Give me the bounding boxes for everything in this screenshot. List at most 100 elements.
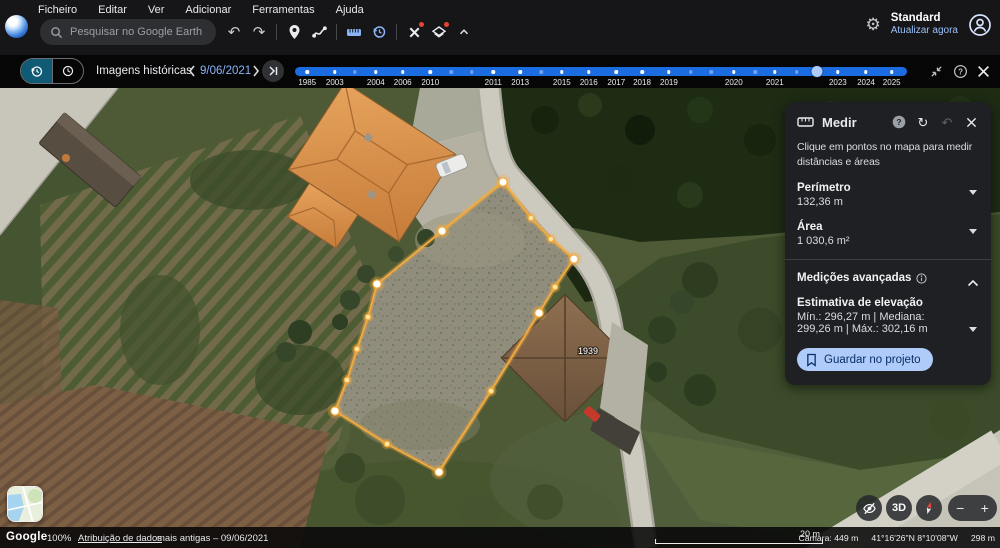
measure-vertex-dot[interactable] — [551, 283, 559, 291]
advanced-measurements-row[interactable]: Medições avançadas — [797, 272, 979, 287]
timeline-dot[interactable] — [374, 70, 378, 74]
timeline-dot[interactable] — [640, 70, 644, 74]
search-input[interactable]: Pesquisar no Google Earth — [40, 19, 216, 45]
timeline-dot[interactable] — [587, 70, 591, 74]
measure-vertex-dot[interactable] — [343, 376, 351, 384]
minimap-content — [8, 487, 42, 521]
settings-gear-icon[interactable]: ⚙ — [865, 16, 880, 33]
toolbar-divider — [336, 24, 337, 40]
timeline-dot[interactable] — [889, 70, 894, 74]
timeline-dot[interactable] — [353, 70, 357, 74]
measure-button[interactable] — [342, 20, 366, 44]
measure-vertex-dot[interactable] — [383, 440, 391, 448]
dock-panel-icon[interactable] — [929, 64, 944, 79]
timeline-dot[interactable] — [732, 70, 736, 74]
measure-vertex-dot[interactable] — [487, 387, 495, 395]
measure-vertex-dot[interactable] — [534, 308, 544, 318]
overview-minimap[interactable] — [7, 486, 43, 522]
timeline-dot[interactable] — [539, 70, 543, 74]
timeline-dot[interactable] — [689, 70, 693, 74]
menu-add[interactable]: Adicionar — [185, 4, 231, 17]
historical-mode-selected[interactable] — [21, 59, 52, 83]
hide-ui-button[interactable] — [856, 495, 882, 521]
timeline-dot[interactable] — [795, 70, 799, 74]
menu-help[interactable]: Ajuda — [336, 4, 364, 17]
latest-imagery-mode[interactable] — [52, 59, 83, 83]
update-now-link[interactable]: Atualizar agora — [891, 25, 958, 37]
placemark-button[interactable] — [282, 20, 306, 44]
restart-measure-button[interactable]: ↻ — [915, 114, 931, 130]
unit-dropdown-icon[interactable] — [969, 229, 977, 235]
measure-vertex-dot[interactable] — [547, 235, 555, 243]
historical-imagery-button[interactable] — [367, 20, 391, 44]
measure-vertex-dot[interactable] — [498, 177, 508, 187]
menu-file[interactable]: Ficheiro — [38, 4, 77, 17]
close-measure-button[interactable] — [963, 114, 979, 130]
timeline-dot[interactable] — [614, 70, 619, 74]
zoom-out-button[interactable]: − — [948, 495, 973, 521]
layers-button[interactable] — [427, 20, 451, 44]
skip-to-end-icon — [269, 66, 278, 76]
help-icon[interactable]: ? — [953, 64, 968, 79]
skip-to-latest-button[interactable] — [262, 60, 284, 82]
draw-path-button[interactable] — [307, 20, 331, 44]
measure-vertex-dot[interactable] — [353, 345, 361, 353]
chevron-up-icon[interactable] — [967, 279, 979, 287]
top-app-bar: Ficheiro Editar Ver Adicionar Ferramenta… — [0, 0, 1000, 55]
google-earth-logo-icon[interactable] — [5, 15, 28, 38]
zoom-in-button[interactable]: + — [973, 495, 998, 521]
imagery-mode-toggle[interactable] — [20, 58, 84, 84]
menu-edit[interactable]: Editar — [98, 4, 127, 17]
timeline-dot[interactable] — [400, 70, 405, 74]
timeline-dot[interactable] — [491, 70, 496, 74]
measure-help-button[interactable]: ? — [891, 114, 907, 130]
measure-vertex-dot[interactable] — [569, 254, 579, 264]
collapse-toolbar-button[interactable] — [452, 20, 476, 44]
toolbar-divider — [276, 24, 277, 40]
timeline-dot[interactable] — [864, 70, 868, 74]
timeline-dot[interactable] — [333, 70, 337, 74]
timeline-year-label: 2016 — [579, 78, 598, 87]
3d-view-button[interactable]: 3D — [886, 495, 912, 521]
undo-measure-button[interactable]: ↶ — [939, 114, 955, 130]
current-imagery-date[interactable]: 9/06/2021 — [200, 65, 251, 77]
previous-date-button[interactable] — [184, 63, 200, 79]
timeline-dot[interactable] — [428, 70, 432, 74]
search-placeholder: Pesquisar no Google Earth — [70, 26, 203, 38]
timeline-dot[interactable] — [449, 70, 453, 74]
help-filled-icon: ? — [892, 115, 906, 129]
account-avatar[interactable] — [968, 13, 992, 37]
timeline-dot[interactable] — [470, 70, 474, 74]
measure-vertex-dot[interactable] — [527, 214, 535, 222]
timeline-dot[interactable] — [518, 70, 522, 74]
measure-vertex-dot[interactable] — [364, 313, 372, 321]
timeline-dot[interactable] — [305, 70, 309, 74]
menu-view[interactable]: Ver — [148, 4, 165, 17]
timeline-dot[interactable] — [753, 70, 757, 74]
compass[interactable] — [916, 495, 942, 521]
timeline-dot[interactable] — [836, 70, 840, 74]
timeline-dot[interactable] — [709, 70, 713, 74]
data-attribution-link[interactable]: Atribuição de dados — [78, 533, 162, 544]
measure-vertex-dot[interactable] — [372, 279, 382, 289]
unit-dropdown-icon[interactable] — [969, 190, 977, 196]
perimeter-label: Perímetro — [797, 182, 851, 195]
3d-label: 3D — [891, 502, 907, 514]
timeline-dot[interactable] — [560, 70, 564, 74]
redo-button[interactable]: ↷ — [247, 20, 271, 44]
measure-vertex-dot[interactable] — [330, 406, 340, 416]
drawing-tools-button[interactable] — [402, 20, 426, 44]
measure-vertex-dot[interactable] — [434, 467, 444, 477]
timeline-dot[interactable] — [773, 70, 777, 74]
unit-dropdown-icon[interactable] — [969, 327, 977, 333]
timeline-selected-dot[interactable] — [811, 66, 823, 77]
save-to-project-button[interactable]: Guardar no projeto — [797, 348, 933, 372]
timeline-year-label: 2017 — [607, 78, 626, 87]
imagery-timeline[interactable]: 1985 2003 2004 2006 2010 2011 2013 2015 2016 2017… — [295, 55, 907, 88]
timeline-dot[interactable] — [667, 70, 671, 74]
eye-off-icon — [862, 502, 876, 514]
measure-vertex-dot[interactable] — [437, 226, 447, 236]
undo-button[interactable]: ↶ — [222, 20, 246, 44]
close-icon[interactable] — [977, 65, 990, 78]
menu-tools[interactable]: Ferramentas — [252, 4, 314, 17]
